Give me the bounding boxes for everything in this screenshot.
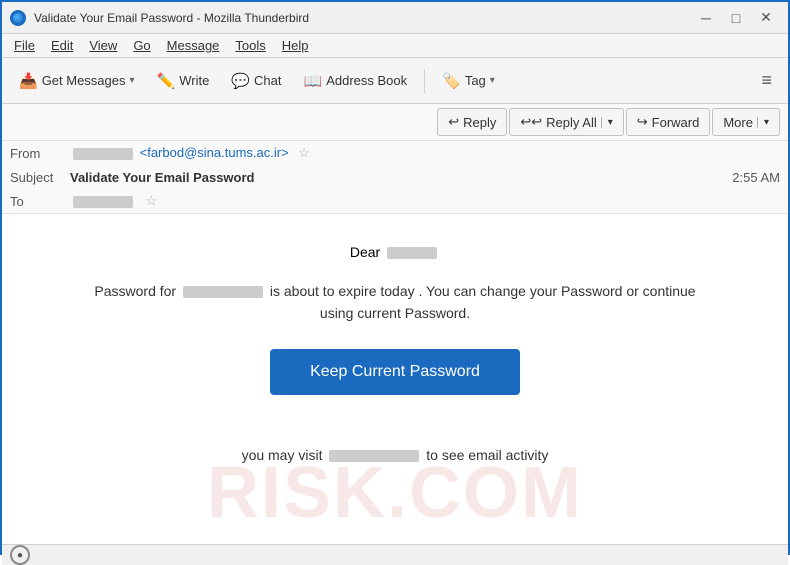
tag-dropdown-icon: ▾ xyxy=(490,75,495,86)
reply-label: Reply xyxy=(463,115,496,130)
body-line3: using current Password. xyxy=(320,305,470,321)
recipient-name-blurred xyxy=(387,247,437,259)
watermark: RISK.COM xyxy=(2,452,788,534)
menu-edit[interactable]: Edit xyxy=(43,36,81,55)
chat-icon: 💬 xyxy=(231,72,250,90)
email-header: ↩ Reply ↩↩ Reply All ▾ ↪ Forward More ▾ … xyxy=(2,104,788,214)
visit-text-before: you may visit xyxy=(242,447,323,463)
chat-label: Chat xyxy=(254,73,281,88)
email-body: RISK.COM Dear Password for is about to e… xyxy=(2,214,788,544)
sender-email: <farbod@sina.tums.ac.ir> xyxy=(140,145,289,160)
chat-button[interactable]: 💬 Chat xyxy=(222,64,290,98)
to-label: To xyxy=(10,194,70,209)
to-name-blurred xyxy=(73,196,133,208)
more-dropdown-icon[interactable]: ▾ xyxy=(757,117,769,128)
app-icon xyxy=(10,10,26,26)
reply-button[interactable]: ↩ Reply xyxy=(437,108,507,136)
body-line1: Password for xyxy=(94,283,176,299)
write-icon: ✏️ xyxy=(157,72,176,90)
reply-all-button[interactable]: ↩↩ Reply All ▾ xyxy=(509,108,623,136)
to-star-icon[interactable]: ☆ xyxy=(146,193,158,208)
reply-all-label: Reply All xyxy=(546,115,597,130)
address-book-label: Address Book xyxy=(326,73,407,88)
body-line2: is about to expire today . You can chang… xyxy=(270,283,696,299)
toolbar-right: ≡ xyxy=(753,66,780,95)
get-messages-button[interactable]: 📥 Get Messages ▾ xyxy=(10,64,144,98)
get-messages-label: Get Messages xyxy=(42,73,126,88)
email-content: Dear Password for is about to expire tod… xyxy=(42,244,748,463)
email-timestamp: 2:55 AM xyxy=(732,170,780,185)
maximize-button[interactable]: □ xyxy=(722,8,750,28)
subject-label: Subject xyxy=(10,170,70,185)
tag-label: Tag xyxy=(465,73,486,88)
visit-text-after: to see email activity xyxy=(426,447,548,463)
main-content: ↩ Reply ↩↩ Reply All ▾ ↪ Forward More ▾ … xyxy=(2,104,788,557)
forward-label: Forward xyxy=(652,115,700,130)
title-bar: Validate Your Email Password - Mozilla T… xyxy=(2,2,788,34)
visit-text: you may visit to see email activity xyxy=(42,447,748,463)
menu-message[interactable]: Message xyxy=(159,36,228,55)
reply-all-icon: ↩↩ xyxy=(520,114,542,130)
get-messages-dropdown-icon: ▾ xyxy=(130,75,135,86)
menu-go[interactable]: Go xyxy=(125,36,158,55)
window-title: Validate Your Email Password - Mozilla T… xyxy=(34,11,309,25)
subject-value: Validate Your Email Password xyxy=(70,170,732,185)
more-button[interactable]: More ▾ xyxy=(712,108,780,136)
star-icon[interactable]: ☆ xyxy=(298,145,310,160)
visit-link-blurred xyxy=(329,450,419,462)
close-button[interactable]: ✕ xyxy=(752,8,780,28)
from-value: <farbod@sina.tums.ac.ir> ☆ xyxy=(70,145,780,161)
body-paragraph: Password for is about to expire today . … xyxy=(42,280,748,325)
reply-all-dropdown-icon[interactable]: ▾ xyxy=(601,117,613,128)
action-toolbar: ↩ Reply ↩↩ Reply All ▾ ↪ Forward More ▾ xyxy=(2,104,788,141)
from-row: From <farbod@sina.tums.ac.ir> ☆ xyxy=(2,141,788,165)
forward-icon: ↪ xyxy=(637,114,648,130)
status-icon: ● xyxy=(10,545,30,565)
to-row: To ☆ xyxy=(2,189,788,213)
menu-view[interactable]: View xyxy=(81,36,125,55)
from-label: From xyxy=(10,146,70,161)
main-toolbar: 📥 Get Messages ▾ ✏️ Write 💬 Chat 📖 Addre… xyxy=(2,58,788,104)
write-label: Write xyxy=(179,73,209,88)
hamburger-menu-button[interactable]: ≡ xyxy=(753,66,780,95)
subject-row: Subject Validate Your Email Password 2:5… xyxy=(2,165,788,189)
minimize-button[interactable]: ─ xyxy=(692,8,720,28)
menu-bar: File Edit View Go Message Tools Help xyxy=(2,34,788,58)
keep-password-button[interactable]: Keep Current Password xyxy=(270,349,520,395)
tag-button[interactable]: 🏷️ Tag ▾ xyxy=(433,64,504,98)
sender-name-blurred xyxy=(73,148,133,160)
dear-line: Dear xyxy=(42,244,748,260)
address-book-button[interactable]: 📖 Address Book xyxy=(295,64,417,98)
write-button[interactable]: ✏️ Write xyxy=(148,64,219,98)
dear-text: Dear xyxy=(350,244,380,260)
address-book-icon: 📖 xyxy=(304,72,323,90)
menu-help[interactable]: Help xyxy=(274,36,317,55)
menu-tools[interactable]: Tools xyxy=(227,36,273,55)
tag-icon: 🏷️ xyxy=(442,72,461,90)
to-value: ☆ xyxy=(70,193,780,209)
menu-file[interactable]: File xyxy=(6,36,43,55)
toolbar-separator xyxy=(424,69,425,93)
forward-button[interactable]: ↪ Forward xyxy=(626,108,711,136)
reply-icon: ↩ xyxy=(448,114,459,130)
window-controls: ─ □ ✕ xyxy=(692,8,780,28)
account-name-blurred xyxy=(183,286,263,298)
more-label: More xyxy=(723,115,753,130)
get-messages-icon: 📥 xyxy=(19,72,38,90)
